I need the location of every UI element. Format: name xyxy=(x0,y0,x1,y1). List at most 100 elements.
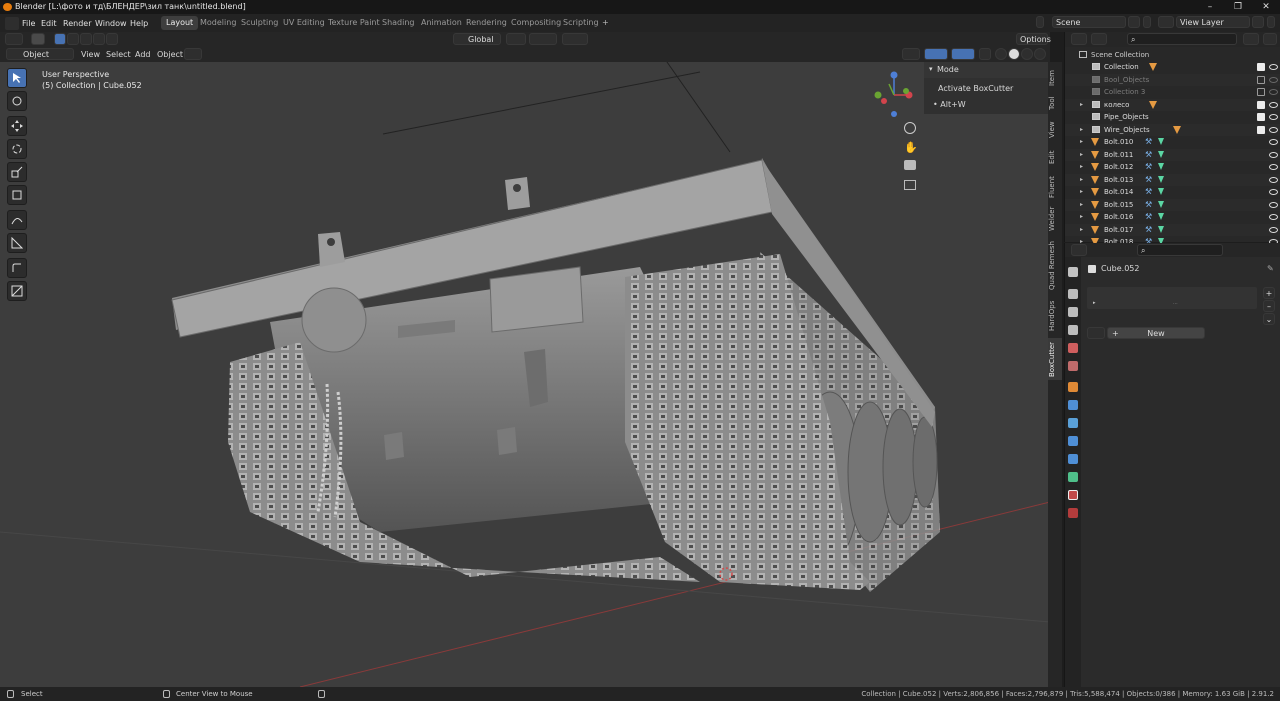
material-properties-icon[interactable] xyxy=(1068,490,1078,500)
menu-file[interactable]: File xyxy=(22,17,35,30)
eye-visibility-icon[interactable] xyxy=(1269,64,1278,70)
eye-visibility-icon[interactable] xyxy=(1269,201,1278,208)
mesh-data-icon[interactable] xyxy=(1158,188,1164,195)
xray-icon[interactable] xyxy=(979,48,991,60)
select-mode-invert-icon[interactable] xyxy=(93,33,105,45)
gizmo-object-icon[interactable] xyxy=(184,48,202,60)
scene-collection-row[interactable]: Scene Collection xyxy=(1065,49,1280,61)
maximize-icon[interactable]: ❐ xyxy=(1224,0,1252,14)
menu-add[interactable]: Add xyxy=(135,50,151,59)
menu-select[interactable]: Select xyxy=(106,50,131,59)
shading-solid-icon[interactable] xyxy=(1008,48,1020,60)
outliner-row[interactable]: Collection 3 xyxy=(1065,86,1280,98)
eye-visibility-icon[interactable] xyxy=(1269,89,1278,95)
constraints-properties-icon[interactable] xyxy=(1068,454,1078,464)
exclude-checkbox[interactable] xyxy=(1257,125,1265,134)
expand-arrow-icon[interactable]: ▸ xyxy=(1080,211,1083,223)
annotate-tool[interactable] xyxy=(7,210,27,230)
exclude-checkbox[interactable] xyxy=(1257,100,1265,109)
mode-section-header[interactable]: ▾ Mode xyxy=(924,62,1048,78)
outliner-row[interactable]: Collection xyxy=(1065,61,1280,73)
shading-material-icon[interactable] xyxy=(1021,48,1033,60)
tab-welder[interactable]: Welder xyxy=(1048,204,1062,234)
move-tool[interactable] xyxy=(7,116,27,136)
add-workspace-icon[interactable]: + xyxy=(597,16,614,30)
eye-visibility-icon[interactable] xyxy=(1269,76,1278,83)
shading-rendered-icon[interactable] xyxy=(1034,48,1046,60)
texture-properties-icon[interactable] xyxy=(1068,508,1078,518)
tab-quad-remesh[interactable]: Quad Remesh xyxy=(1048,238,1062,294)
tab-modeling[interactable]: Modeling xyxy=(195,16,241,30)
modifier-icon[interactable]: ⚒ xyxy=(1145,138,1152,146)
world-properties-icon[interactable] xyxy=(1068,361,1078,371)
pivot-point-icon[interactable] xyxy=(506,33,526,45)
view-layer-close-icon[interactable] xyxy=(1267,16,1275,28)
select-mode-extend-icon[interactable] xyxy=(67,33,79,45)
outliner-row[interactable]: ▸ Bolt.013 ⚒ xyxy=(1065,173,1280,186)
editor-type-3d-icon[interactable] xyxy=(5,33,23,45)
menu-object[interactable]: Object xyxy=(157,50,183,59)
close-icon[interactable]: ✕ xyxy=(1252,0,1280,14)
view-layer-properties-icon[interactable] xyxy=(1068,325,1078,335)
eye-visibility-icon[interactable] xyxy=(1269,214,1278,220)
mesh-data-icon[interactable] xyxy=(1158,150,1164,158)
select-box-tool[interactable] xyxy=(7,68,27,88)
tab-hardops[interactable]: HardOps xyxy=(1048,298,1062,334)
outliner-row[interactable]: Pipe_Objects xyxy=(1065,111,1280,123)
eye-visibility-icon[interactable] xyxy=(1269,189,1278,195)
modifier-icon[interactable]: ⚒ xyxy=(1145,213,1152,221)
mesh-data-icon[interactable] xyxy=(1158,163,1164,170)
overlay-toggle-icon[interactable] xyxy=(951,48,975,60)
tab-uv-editing[interactable]: UV Editing xyxy=(278,16,330,30)
outliner-row[interactable]: ▸ Bolt.012 ⚒ xyxy=(1065,161,1280,173)
mesh-data-icon[interactable] xyxy=(1158,213,1164,220)
output-properties-icon[interactable] xyxy=(1068,307,1078,317)
tab-item[interactable]: Item xyxy=(1048,66,1062,90)
expand-arrow-icon[interactable]: ▸ xyxy=(1080,161,1083,173)
modifier-icon[interactable]: ⚒ xyxy=(1145,175,1152,183)
outliner-row[interactable]: ▸ Bolt.017 ⚒ xyxy=(1065,223,1280,236)
add-slot-icon[interactable]: + xyxy=(1263,287,1275,299)
tab-sculpting[interactable]: Sculpting xyxy=(236,16,283,30)
slot-expand-icon[interactable]: ▸ xyxy=(1093,300,1096,306)
expand-arrow-icon[interactable]: ▸ xyxy=(1080,99,1083,111)
zoom-icon[interactable] xyxy=(904,122,916,134)
eye-visibility-icon[interactable] xyxy=(1269,164,1278,170)
scale-tool[interactable] xyxy=(7,162,27,182)
gizmo-toggle-icon[interactable] xyxy=(924,48,948,60)
filter-icon[interactable] xyxy=(1243,33,1259,45)
options-dropdown[interactable]: Options xyxy=(1016,33,1051,45)
menu-window[interactable]: Window xyxy=(95,17,127,30)
material-slot-list[interactable]: ▸ ⋯ xyxy=(1087,287,1257,309)
cursor-tool[interactable] xyxy=(7,91,27,111)
scene-field[interactable]: Scene xyxy=(1052,16,1126,28)
scene-browse-icon[interactable] xyxy=(1128,16,1140,28)
mesh-data-icon[interactable] xyxy=(1158,200,1164,208)
tab-rendering[interactable]: Rendering xyxy=(461,16,512,30)
rotate-tool[interactable] xyxy=(7,139,27,159)
proportional-editing-icon[interactable] xyxy=(562,33,588,45)
properties-search-input[interactable]: ⌕ xyxy=(1137,244,1223,256)
tab-animation[interactable]: Animation xyxy=(416,16,467,30)
tab-texture-paint[interactable]: Texture Paint xyxy=(323,16,385,30)
new-material-button[interactable]: + New xyxy=(1107,327,1205,339)
expand-arrow-icon[interactable]: ▸ xyxy=(1080,136,1083,148)
outliner-row[interactable]: ▸ Wire_Objects xyxy=(1065,123,1280,136)
physics-properties-icon[interactable] xyxy=(1068,436,1078,446)
hardops-tool[interactable] xyxy=(7,281,27,301)
slot-menu-icon[interactable]: ⌄ xyxy=(1263,313,1275,325)
menu-render[interactable]: Render xyxy=(63,17,91,30)
slot-resize-handle-icon[interactable]: ⋯ xyxy=(1173,301,1178,307)
select-mode-subtract-icon[interactable] xyxy=(80,33,92,45)
expand-arrow-icon[interactable]: ▸ xyxy=(1080,199,1083,211)
modifier-properties-icon[interactable] xyxy=(1068,400,1078,410)
exclude-checkbox[interactable] xyxy=(1257,75,1265,84)
exclude-checkbox[interactable] xyxy=(1257,88,1265,96)
data-properties-icon[interactable] xyxy=(1068,472,1078,482)
modifier-icon[interactable]: ⚒ xyxy=(1145,188,1152,196)
particles-properties-icon[interactable] xyxy=(1068,418,1078,428)
view-layer-field[interactable]: View Layer xyxy=(1176,16,1250,28)
menu-view[interactable]: View xyxy=(81,50,100,59)
object-mode-dropdown[interactable]: Object Mode xyxy=(6,48,74,71)
transform-tool[interactable] xyxy=(7,185,27,205)
